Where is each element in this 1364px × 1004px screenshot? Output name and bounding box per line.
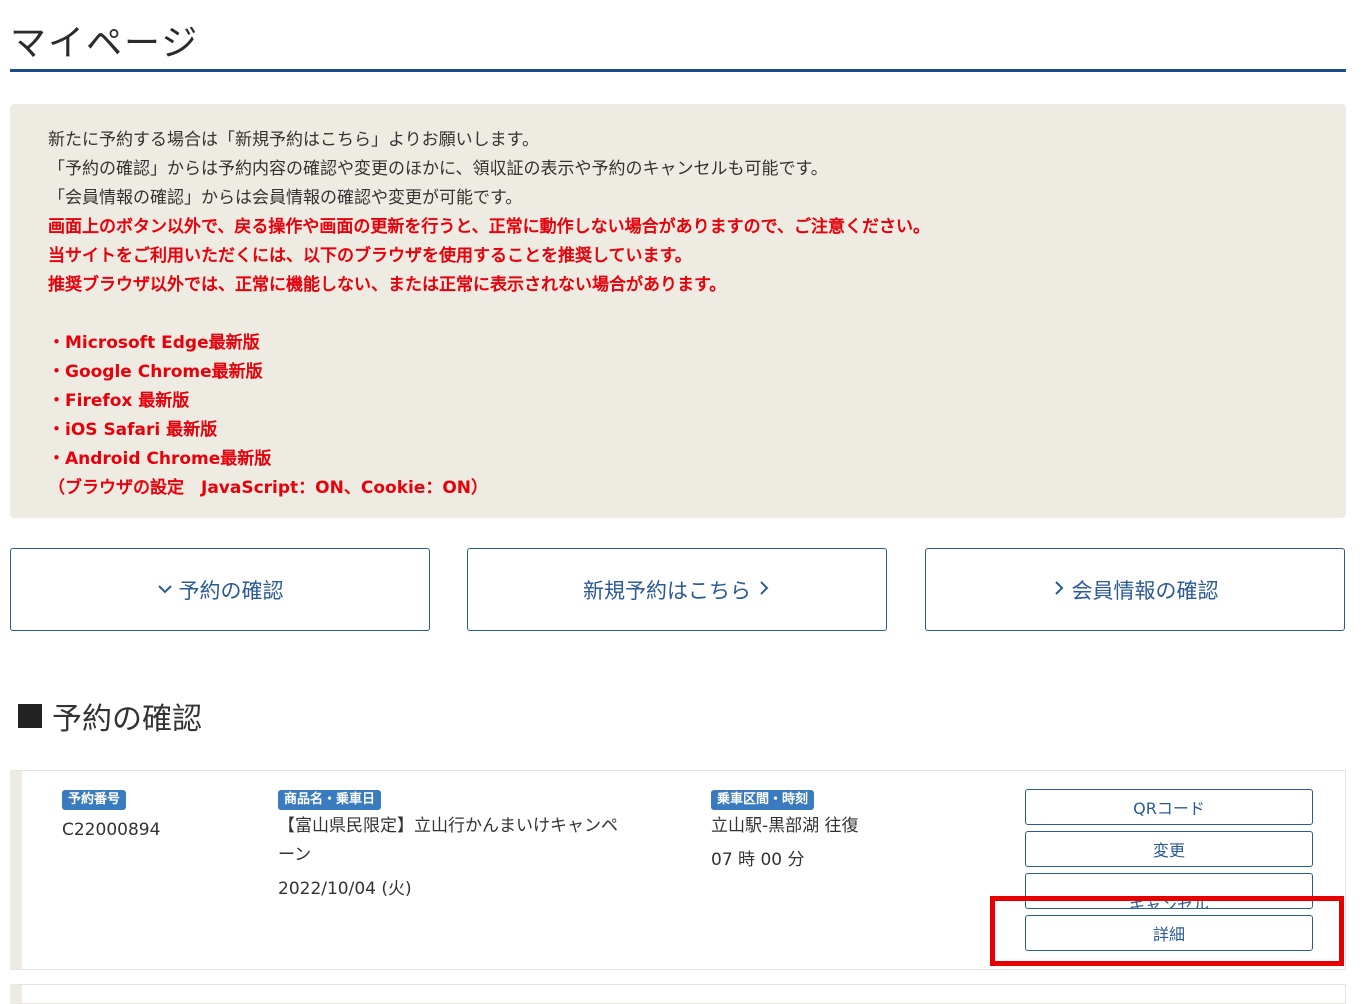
qr-code-button[interactable]: QRコード: [1025, 789, 1313, 825]
route: 立山駅-黒部湖 往復: [711, 816, 859, 836]
member-info-button[interactable]: 会員情報の確認: [925, 548, 1345, 631]
change-label: 変更: [1152, 841, 1185, 860]
reservation-number: C22000894: [62, 820, 161, 840]
browser-item: ・iOS Safari 最新版: [48, 420, 218, 440]
detail-label: 詳細: [1152, 925, 1185, 944]
notice-line: 「会員情報の確認」からは会員情報の確認や変更が可能です。: [48, 188, 523, 208]
browser-item: ・Google Chrome最新版: [48, 362, 263, 382]
warning-line: 画面上のボタン以外で、戻る操作や画面の更新を行うと、正常に動作しない場合がありま…: [48, 217, 930, 237]
change-button[interactable]: 変更: [1025, 831, 1313, 867]
warning-line: 当サイトをご利用いただくには、以下のブラウザを使用することを推奨しています。: [48, 246, 692, 266]
qr-code-label: QRコード: [1133, 799, 1205, 818]
title-divider: [10, 69, 1346, 72]
departure-time: 07 時 00 分: [711, 850, 805, 870]
reservation-number-tag: 予約番号: [62, 790, 127, 810]
cancel-button[interactable]: キャンセル: [1025, 873, 1313, 909]
section-title: 予約の確認: [18, 694, 202, 738]
browser-item: ・Microsoft Edge最新版: [48, 333, 260, 353]
route-tag: 乗車区間・時刻: [711, 790, 815, 810]
notice-line: 「予約の確認」からは予約内容の確認や変更のほかに、領収証の表示や予約のキャンセル…: [48, 159, 828, 179]
product-name-line2: ーン: [278, 845, 312, 865]
notice-box: 新たに予約する場合は「新規予約はこちら」よりお願いします。 「予約の確認」からは…: [10, 104, 1346, 518]
notice-line: 新たに予約する場合は「新規予約はこちら」よりお願いします。: [48, 130, 539, 150]
detail-button[interactable]: 詳細: [1025, 915, 1313, 951]
boarding-date: 2022/10/04 (火): [278, 879, 412, 899]
chevron-down-icon: [157, 581, 173, 599]
cancel-label: キャンセル: [1128, 896, 1209, 909]
product-name-line1: 【富山県民限定】立山行かんまいけキャンペ: [278, 816, 618, 836]
new-reservation-button[interactable]: 新規予約はこちら: [467, 548, 887, 631]
product-tag: 商品名・乗車日: [278, 790, 382, 810]
square-bullet-icon: [18, 704, 42, 728]
new-reservation-label: 新規予約はこちら: [583, 578, 751, 603]
reservation-confirm-label: 予約の確認: [178, 578, 284, 603]
page-title: マイページ: [10, 23, 200, 64]
browser-settings-note: （ブラウザの設定 JavaScript：ON、Cookie：ON）: [48, 478, 489, 498]
browser-item: ・Firefox 最新版: [48, 391, 190, 411]
chevron-right-icon: [1052, 580, 1066, 600]
reservation-confirm-button[interactable]: 予約の確認: [10, 548, 430, 631]
warning-line: 推奨ブラウザ以外では、正常に機能しない、または正常に表示されない場合があります。: [48, 275, 727, 295]
chevron-right-icon: [757, 580, 771, 600]
section-title-text: 予約の確認: [52, 702, 202, 737]
member-info-label: 会員情報の確認: [1071, 578, 1219, 603]
next-reservation-card: [10, 984, 1346, 1004]
browser-item: ・Android Chrome最新版: [48, 449, 272, 469]
